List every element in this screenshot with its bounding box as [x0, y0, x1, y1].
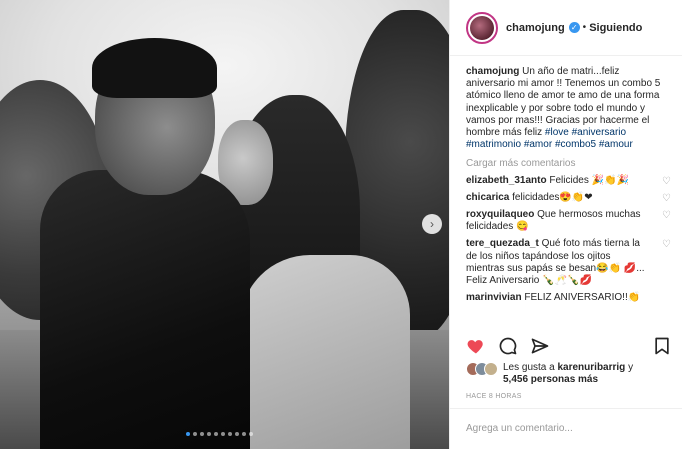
post-caption: chamojung Un año de matri...feliz aniver…	[466, 66, 671, 151]
likes-count-button[interactable]: 5,456 personas más	[503, 374, 598, 385]
photo-man-jacket	[40, 170, 250, 449]
post-photo[interactable]: ›	[0, 0, 449, 449]
carousel-dot	[228, 432, 232, 436]
heart-icon[interactable]: ♡	[662, 239, 671, 251]
heart-icon[interactable]: ♡	[662, 210, 671, 222]
hashtag-link[interactable]: #matrimonio	[466, 139, 521, 150]
carousel-dot	[235, 432, 239, 436]
likes-prefix: Les gusta a	[503, 362, 558, 373]
carousel-dot	[249, 432, 253, 436]
likes-conj: y	[625, 362, 634, 373]
carousel-dot	[186, 432, 190, 436]
instagram-post-modal: › chamojung ✓ • Siguiendo chamojung Un a…	[0, 0, 682, 449]
caption-username[interactable]: chamojung	[466, 66, 519, 77]
next-arrow-icon[interactable]: ›	[422, 214, 442, 234]
list-item: tere_quezada_t Qué foto más tierna la de…	[466, 238, 671, 287]
heart-icon[interactable]: ♡	[662, 193, 671, 205]
list-item: marinvivian FELIZ ANIVERSARIO!!👏	[466, 292, 671, 304]
carousel-dot	[221, 432, 225, 436]
hashtag-link[interactable]: #amour	[599, 139, 633, 150]
list-item: roxyquilaqueo Que hermosos muchas felici…	[466, 209, 671, 233]
comment-text: felicidades😍👏❤	[512, 191, 593, 203]
following-button[interactable]: Siguiendo	[589, 22, 642, 34]
verified-icon: ✓	[568, 22, 580, 33]
share-icon[interactable]	[530, 336, 550, 356]
list-item: chicarica felicidades😍👏❤ ♡	[466, 192, 671, 204]
photo-woman-body	[240, 255, 410, 449]
comment-username[interactable]: elizabeth_31anto	[466, 175, 547, 186]
carousel-dot	[207, 432, 211, 436]
carousel-dot	[200, 432, 204, 436]
comment-icon[interactable]	[498, 336, 518, 356]
post-side-panel: chamojung ✓ • Siguiendo chamojung Un año…	[449, 0, 682, 449]
avatar[interactable]	[484, 362, 498, 376]
comment-text: Felicides 🎉👏🎉	[549, 174, 629, 186]
carousel-dot	[214, 432, 218, 436]
heart-icon[interactable]: ♡	[662, 176, 671, 188]
bookmark-icon[interactable]	[652, 336, 672, 356]
add-comment-input[interactable]: Agrega un comentario...	[450, 408, 682, 449]
carousel-dots	[186, 432, 253, 436]
carousel-dot	[193, 432, 197, 436]
action-bar	[466, 336, 550, 356]
comment-username[interactable]: chicarica	[466, 192, 509, 203]
separator-dot: •	[582, 22, 587, 33]
hashtag-link[interactable]: #amor	[524, 139, 552, 150]
avatar[interactable]	[466, 11, 498, 44]
comment-username[interactable]: tere_quezada_t	[466, 238, 539, 249]
likes-username[interactable]: karenuribarrig	[557, 362, 625, 373]
comment-username[interactable]: roxyquilaqueo	[466, 209, 534, 220]
likes-text: Les gusta a karenuribarrig y 5,456 perso…	[503, 362, 633, 386]
hashtag-link[interactable]: #love	[545, 127, 569, 138]
hashtag-link[interactable]: #combo5	[555, 139, 596, 150]
post-header: chamojung ✓ • Siguiendo	[450, 0, 682, 56]
load-more-comments-button[interactable]: Cargar más comentarios	[466, 158, 671, 170]
carousel-dot	[242, 432, 246, 436]
comment-text: FELIZ ANIVERSARIO!!👏	[524, 292, 641, 304]
hashtag-link[interactable]: #aniversario	[572, 127, 626, 138]
post-timestamp[interactable]: HACE 8 HORAS	[466, 393, 522, 400]
heart-icon[interactable]	[466, 336, 486, 356]
photo-man-hair	[92, 38, 217, 98]
author-username[interactable]: chamojung	[506, 22, 565, 34]
comments-list[interactable]: chamojung Un año de matri...feliz aniver…	[466, 66, 671, 331]
comment-username[interactable]: marinvivian	[466, 292, 522, 303]
likes-summary: Les gusta a karenuribarrig y 5,456 perso…	[466, 362, 633, 386]
list-item: elizabeth_31anto Felicides 🎉👏🎉 ♡	[466, 175, 671, 187]
